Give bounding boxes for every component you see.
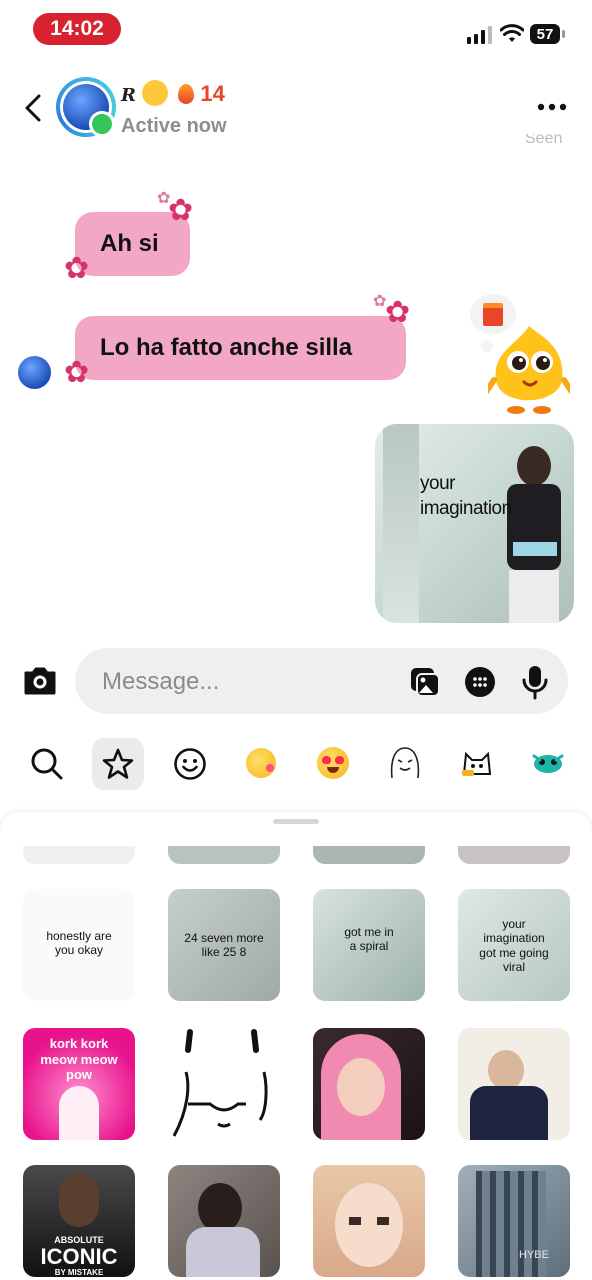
tab-favorites[interactable] [92,738,144,790]
battery-tip [562,30,565,38]
flower-decoration-icon: ✿ [64,356,90,389]
sticker-photo-face [335,1183,403,1267]
sticker-tile[interactable]: ABSOLUTE ICONIC BY MISTAKE [23,1165,135,1277]
sticker-caption: your imagination got me going viral [458,917,570,975]
image-door-frame [383,424,419,623]
sticker-photo-eyes [349,1217,389,1225]
sticker-tile[interactable]: kork kork meow meow pow [23,1028,135,1140]
sticker-tile[interactable] [23,846,135,864]
sticker-tile[interactable] [313,846,425,864]
image-caption-line: your [420,473,455,494]
message-composer[interactable] [75,648,568,716]
online-indicator [89,111,115,137]
sticker-photo-body [186,1227,260,1277]
sticker-caption-line: got me going [479,945,549,960]
image-message[interactable]: your imagination [375,424,574,623]
search-icon[interactable] [27,744,67,784]
sticker-caption-line: kork kork [49,1036,109,1051]
streak-count: 14 [200,81,225,106]
sticker-tile[interactable] [458,1028,570,1140]
seen-label: Seen [525,134,563,147]
fire-icon [178,84,195,104]
flower-decoration-icon: ✿ [168,194,194,227]
message-text: Lo ha fatto anche silla [100,334,353,361]
sticker-tile[interactable] [313,1028,425,1140]
emoji-heart-eyes-icon[interactable] [317,747,349,779]
wifi-icon [499,24,525,44]
sticker-caption-line: honestly are [46,929,112,943]
sticker-caption: got me in a spiral [313,925,425,954]
image-caption: your imagination [420,472,512,521]
drag-handle[interactable] [273,819,319,824]
image-caption-line: imagination [420,497,512,519]
sticker-photo-person [198,1183,242,1233]
drawn-face-sticker [172,1029,268,1137]
sticker-caption: honestly are you okay [23,929,135,958]
sticker-caption-line: imagination [483,931,545,946]
sticker-caption-line: pow [66,1067,92,1083]
sticker-photo-face [337,1058,385,1116]
sticker-cat-icon[interactable] [460,746,494,778]
sticker-figure [59,1086,99,1140]
flower-decoration-icon: ✿ [64,252,90,285]
sticker-tile[interactable] [168,1165,280,1277]
flower-decoration-icon: ✿ [373,293,387,310]
battery-icon: 57 [530,24,560,44]
sticker-caption-line: you okay [54,943,104,958]
sticker-caption-line: your [502,917,526,931]
message-text: Ah si [100,230,159,257]
name-initial: R [121,85,136,106]
sticker-tile[interactable]: honestly are you okay [23,889,135,1001]
microphone-button[interactable] [518,663,552,701]
status-time: 14:02 [33,13,121,45]
message-input[interactable] [100,648,394,716]
sticker-tile[interactable] [168,846,280,864]
active-status: Active now [121,115,227,137]
flower-decoration-icon: ✿ [385,296,411,329]
sticker-caption-line: like 25 8 [201,945,247,960]
sticker-tile[interactable]: your imagination got me going viral [458,889,570,1001]
star-icon [102,748,134,779]
sticker-crying-icon[interactable] [532,752,564,774]
sticker-caption-line: meow meow [40,1051,118,1067]
sticker-caption-line: viral [502,960,525,975]
sticker-tile[interactable]: got me in a spiral [313,889,425,1001]
smiley-icon[interactable] [170,744,210,784]
sticker-photo-head [488,1050,524,1090]
sticker-caption-line: BY MISTAKE [54,1267,104,1277]
contact-name[interactable]: R 14 [121,80,225,107]
sticker-caption-line: HYBE [519,1249,549,1261]
more-options-button[interactable] [536,96,568,118]
message-bubble[interactable]: Lo ha fatto anche silla [75,316,406,380]
sticker-caption: ABSOLUTE ICONIC BY MISTAKE [23,1235,135,1277]
emoji-kiss-icon[interactable] [246,748,276,778]
sticker-tile[interactable]: 24 seven more like 25 8 [168,889,280,1001]
sticker-caption: kork kork meow meow pow [23,1036,135,1083]
sticker-caption-line: got me in [344,925,394,939]
sticker-caption-line: a spiral [349,939,389,954]
mascot-sticker[interactable] [483,322,575,414]
sticker-photo-person [59,1173,99,1227]
sticker-caption-line: 24 seven more [184,931,264,945]
sticker-tile[interactable] [458,846,570,864]
gallery-button[interactable] [408,665,442,699]
flower-decoration-icon: ✿ [157,190,171,207]
sticker-caption: HYBE [514,1249,554,1262]
sticker-tile[interactable] [168,1028,280,1140]
sticker-caption-line: ICONIC [40,1243,118,1269]
signal-icon [467,26,493,44]
back-button[interactable] [18,92,48,124]
camera-button[interactable] [22,663,58,699]
face-emoji-icon [142,80,169,106]
sticker-button[interactable] [463,665,497,699]
sticker-photo-body [470,1086,548,1140]
sticker-caption: 24 seven more like 25 8 [168,931,280,960]
sticker-tile[interactable] [313,1165,425,1277]
sender-avatar[interactable] [18,356,51,389]
sticker-tile[interactable]: HYBE [458,1165,570,1277]
sticker-drawn-face-icon[interactable] [388,744,422,780]
